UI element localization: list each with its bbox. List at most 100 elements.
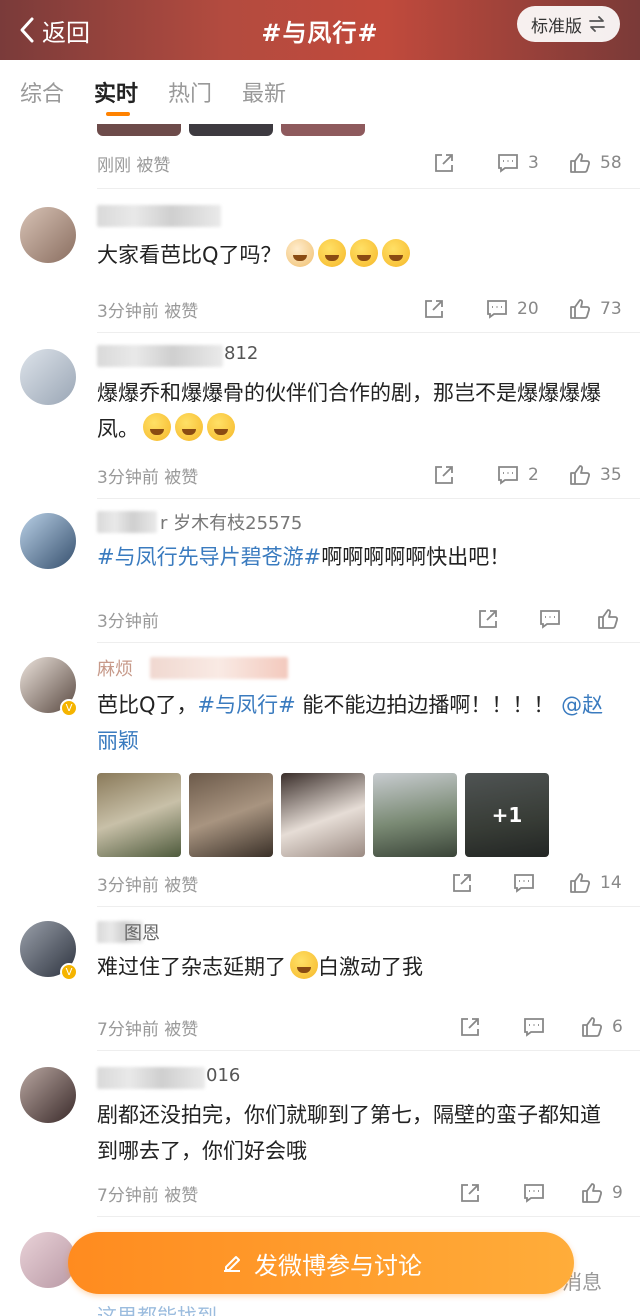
version-toggle-button[interactable]: 标准版 xyxy=(517,6,620,42)
pencil-icon xyxy=(224,1256,240,1272)
comment-button[interactable] xyxy=(512,871,544,895)
peek-text: 这里都能找到 xyxy=(97,1304,217,1316)
post-time: 3分钟前 被赞 xyxy=(97,467,199,488)
tab-realtime[interactable]: 实时 xyxy=(94,60,138,124)
tongue-emoji-icon xyxy=(143,413,171,441)
version-label: 标准版 xyxy=(531,16,582,37)
feed: 刚刚 被赞 3 58 大家看芭比Q了吗？ 3分钟前 被赞 20 73 812 爆… xyxy=(0,124,640,1217)
back-button[interactable]: 返回 xyxy=(16,8,90,52)
like-count: 14 xyxy=(600,873,622,893)
page-title: #与凤行# xyxy=(261,18,379,47)
username-suffix: 图恩 xyxy=(124,923,160,944)
comment-button[interactable]: 2 xyxy=(496,463,539,487)
comment-icon xyxy=(524,1018,544,1037)
like-count: 35 xyxy=(600,465,622,485)
post-image[interactable] xyxy=(373,773,457,857)
post-card[interactable]: V 图恩 难过住了杂志延期了 白激动了我 7分钟前 被赞 6 xyxy=(20,906,640,1050)
thumbs-up-icon xyxy=(582,1017,603,1037)
thumbs-up-icon xyxy=(570,299,591,319)
post-image[interactable] xyxy=(281,773,365,857)
share-icon xyxy=(479,610,497,628)
post-card[interactable]: r 岁木有枝25575 #与凤行先导片碧苍游#啊啊啊啊啊快出吧！ 3分钟前 xyxy=(20,498,640,642)
share-button[interactable] xyxy=(476,607,500,631)
post-weibo-button[interactable]: 发微博参与讨论 xyxy=(68,1232,574,1294)
share-icon xyxy=(453,874,471,892)
thumbs-up-icon xyxy=(582,1183,603,1203)
share-button[interactable] xyxy=(458,1181,482,1205)
comment-icon xyxy=(524,1184,544,1203)
username-blurred[interactable] xyxy=(150,657,288,679)
post-card[interactable]: 812 爆爆乔和爆爆骨的伙伴们合作的剧，那岂不是爆爆爆爆凤。 3分钟前 被赞 2… xyxy=(20,332,640,498)
comment-icon xyxy=(514,874,534,893)
avatar[interactable] xyxy=(20,513,76,569)
post-meta-row: 3分钟前 被赞 2 35 xyxy=(0,451,640,499)
username-blurred[interactable] xyxy=(97,345,223,367)
hashtag-link[interactable]: #与凤行先导片碧苍游# xyxy=(97,545,321,569)
thumbs-up-icon xyxy=(570,153,591,173)
avatar[interactable] xyxy=(20,207,76,263)
like-button[interactable]: 9 xyxy=(580,1181,623,1205)
laugh-cry-emoji-icon xyxy=(381,239,410,267)
doge-emoji-icon xyxy=(285,239,314,267)
like-button[interactable]: 6 xyxy=(580,1015,623,1039)
username-suffix: 812 xyxy=(224,343,259,364)
post-content: 芭比Q了，#与凤行# 能不能边拍边播啊！！！！ @赵丽颖 xyxy=(97,693,604,753)
post-card[interactable]: 016 剧都还没拍完，你们就聊到了第七，隔壁的蛮子都知道到哪去了，你们好会哦 7… xyxy=(20,1050,640,1216)
hug-emoji-icon xyxy=(175,413,203,441)
top-bar: 返回 #与凤行# 标准版 xyxy=(0,0,640,60)
post-image[interactable]: +1 xyxy=(465,773,549,857)
post-image[interactable] xyxy=(97,773,181,857)
thumbs-up-icon xyxy=(570,873,591,893)
tab-comprehensive[interactable]: 综合 xyxy=(20,60,64,124)
share-button[interactable] xyxy=(432,463,456,487)
thumbs-up-icon xyxy=(598,609,619,629)
like-count: 6 xyxy=(612,1017,623,1037)
share-button[interactable] xyxy=(422,297,446,321)
username-blurred[interactable] xyxy=(97,511,157,533)
username-blurred[interactable] xyxy=(97,1067,205,1089)
share-button[interactable] xyxy=(432,151,456,175)
comment-button[interactable] xyxy=(522,1181,554,1205)
comment-button[interactable]: 20 xyxy=(485,297,539,321)
tab-latest[interactable]: 最新 xyxy=(242,60,286,124)
comment-icon xyxy=(498,466,518,485)
comment-button[interactable] xyxy=(538,607,570,631)
like-button[interactable]: 73 xyxy=(568,297,622,321)
verified-badge-icon: V xyxy=(60,699,78,717)
post-card[interactable]: 大家看芭比Q了吗？ 3分钟前 被赞 20 73 xyxy=(20,188,640,332)
post-meta-row: 3分钟前 被赞 20 73 xyxy=(0,285,640,333)
share-button[interactable] xyxy=(458,1015,482,1039)
comment-button[interactable]: 3 xyxy=(496,151,539,175)
like-count: 73 xyxy=(600,299,622,319)
post-meta-row: 7分钟前 被赞 6 xyxy=(0,1003,640,1051)
share-icon xyxy=(435,154,453,172)
verified-badge-icon: V xyxy=(60,963,78,981)
more-images-count: +1 xyxy=(465,773,549,857)
cta-label: 发微博参与讨论 xyxy=(254,1251,422,1280)
share-icon xyxy=(461,1018,479,1036)
hashtag-link[interactable]: #与凤行# xyxy=(198,693,296,717)
post-time: 刚刚 被赞 xyxy=(97,155,171,176)
share-button[interactable] xyxy=(450,871,474,895)
avatar[interactable] xyxy=(20,349,76,405)
like-button[interactable]: 58 xyxy=(568,151,622,175)
post-content: 大家看芭比Q了吗？ xyxy=(97,237,620,273)
like-button[interactable]: 14 xyxy=(568,871,622,895)
post-meta-row: 刚刚 被赞 3 58 xyxy=(0,138,640,188)
like-count: 58 xyxy=(600,153,622,173)
avatar[interactable] xyxy=(20,1067,76,1123)
post-image-grid: +1 xyxy=(97,773,549,857)
post-card[interactable]: V 麻烦 芭比Q了，#与凤行# 能不能边拍边播啊！！！！ @赵丽颖 +1 3分钟… xyxy=(20,642,640,906)
post-meta-row: 7分钟前 被赞 9 xyxy=(0,1169,640,1217)
shocked-emoji-icon xyxy=(207,413,235,441)
post-image[interactable] xyxy=(189,773,273,857)
laugh-cry-emoji-icon xyxy=(349,239,378,267)
comment-button[interactable] xyxy=(522,1015,554,1039)
chevron-left-icon xyxy=(20,17,34,43)
comment-icon xyxy=(498,154,518,173)
like-button[interactable] xyxy=(596,607,628,631)
username-blurred[interactable] xyxy=(97,205,221,227)
comment-icon xyxy=(540,610,560,629)
tab-hot[interactable]: 热门 xyxy=(168,60,212,124)
like-button[interactable]: 35 xyxy=(568,463,622,487)
